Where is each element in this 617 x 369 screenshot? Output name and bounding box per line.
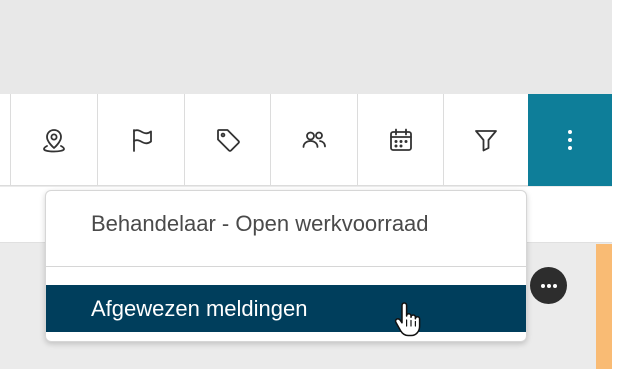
right-strip [612, 0, 617, 369]
menu-divider [46, 266, 526, 267]
flag-filter-button[interactable] [97, 94, 184, 186]
location-filter-button[interactable] [10, 94, 97, 186]
more-horizontal-icon [540, 283, 557, 288]
filter-button[interactable] [443, 94, 528, 186]
view-dropdown-menu: Behandelaar - Open werkvoorraad Afgeweze… [45, 190, 527, 342]
users-filter-button[interactable] [270, 94, 357, 186]
location-pin-icon [43, 129, 65, 153]
tag-icon [216, 129, 240, 152]
menu-item-afgewezen-meldingen[interactable]: Afgewezen meldingen [46, 285, 526, 332]
flag-icon [133, 129, 152, 152]
more-options-button[interactable] [528, 94, 612, 186]
menu-item-open-werkvoorraad[interactable]: Behandelaar - Open werkvoorraad [46, 202, 526, 246]
hand-pointer-icon [394, 302, 421, 337]
row-more-button[interactable] [530, 267, 567, 304]
calendar-icon [389, 128, 412, 151]
more-vertical-icon [568, 130, 572, 150]
status-bar [596, 244, 612, 369]
toolbar [0, 94, 612, 186]
menu-item-label: Behandelaar - Open werkvoorraad [91, 211, 429, 236]
users-icon [302, 131, 326, 148]
filter-icon [475, 130, 497, 152]
calendar-filter-button[interactable] [357, 94, 443, 186]
top-area [0, 0, 612, 94]
tag-filter-button[interactable] [184, 94, 270, 186]
menu-item-label: Afgewezen meldingen [91, 295, 308, 321]
